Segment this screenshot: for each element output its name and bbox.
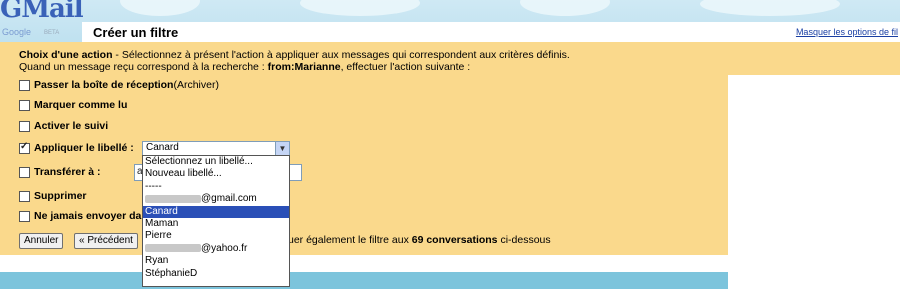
dropdown-item[interactable]: Pierre (143, 230, 289, 242)
side-blank-area (728, 75, 900, 289)
star-checkbox[interactable] (19, 120, 30, 132)
option-delete[interactable]: Supprimer (19, 190, 87, 202)
redacted-text (145, 244, 201, 253)
label-select[interactable]: Canard ▼ (142, 141, 290, 156)
star-label: Activer le suivi (34, 120, 109, 132)
intro-heading: Choix d'une action (19, 49, 113, 61)
title-bar: Créer un filtre Masquer les options de f… (82, 22, 900, 42)
apply-also-text: uer également le filtre aux 69 conversat… (288, 234, 551, 246)
summary-end: , effectuer l'action suivante : (340, 61, 471, 73)
search-query: from:Marianne (267, 61, 341, 73)
apply-label-checkbox[interactable] (19, 141, 30, 154)
label-select-value: Canard (146, 142, 179, 153)
search-summary-line: Quand un message reçu correspond à la re… (19, 61, 470, 73)
label-dropdown-list[interactable]: Sélectionnez un libellé... Nouveau libel… (142, 155, 290, 287)
archive-extra: (Archiver) (173, 79, 219, 91)
footer-strip (0, 272, 728, 289)
cancel-button[interactable]: Annuler (19, 233, 64, 249)
never-spam-label: Ne jamais envoyer da (34, 210, 142, 222)
cloud-decoration (700, 0, 840, 16)
archive-label: Passer la boîte de réception (34, 79, 174, 91)
option-archive[interactable]: Passer la boîte de réception (Archiver) (19, 79, 219, 91)
option-mark-read[interactable]: Marquer comme lu (19, 99, 127, 111)
page-title: Créer un filtre (93, 25, 179, 40)
conversation-count: 69 conversations (411, 234, 498, 246)
option-apply-label[interactable]: Appliquer le libellé : (19, 141, 134, 154)
dropdown-item-selected[interactable]: Canard (143, 205, 289, 218)
cloud-decoration (300, 0, 420, 16)
intro-text: - Sélectionnez à présent l'action à appl… (112, 49, 570, 61)
beta-tag: BETA (44, 30, 60, 36)
dropdown-item[interactable]: @gmail.com (143, 193, 289, 205)
cloud-decoration (120, 0, 200, 16)
dropdown-item[interactable]: Maman (143, 218, 289, 230)
dropdown-item-label: @gmail.com (201, 193, 257, 205)
redacted-text (145, 194, 201, 203)
never-spam-checkbox[interactable] (19, 210, 30, 222)
archive-checkbox[interactable] (19, 79, 30, 91)
chevron-down-icon[interactable]: ▼ (275, 142, 289, 155)
apply-also-end: ci-dessous (497, 234, 551, 246)
forward-label: Transférer à : (34, 166, 101, 178)
previous-button[interactable]: « Précédent (74, 233, 138, 249)
google-wordmark: Google (2, 27, 32, 37)
option-forward[interactable]: Transférer à : (19, 166, 101, 178)
mark-read-checkbox[interactable] (19, 99, 30, 111)
delete-checkbox[interactable] (19, 190, 30, 202)
summary-start: Quand un message reçu correspond à la re… (19, 61, 268, 73)
forward-checkbox[interactable] (19, 166, 30, 178)
gmail-logo[interactable]: GMail (0, 0, 84, 24)
apply-label-label: Appliquer le libellé : (34, 142, 134, 154)
cloud-decoration (520, 0, 610, 16)
option-never-spam[interactable]: Ne jamais envoyer da (19, 210, 141, 222)
intro-line: Choix d'une action - Sélectionnez à prés… (19, 49, 570, 61)
dropdown-item-label: @yahoo.fr (201, 242, 248, 254)
hide-filter-options-link[interactable]: Masquer les options de fil (796, 27, 898, 37)
delete-label: Supprimer (34, 190, 87, 202)
dropdown-item[interactable]: Ryan (143, 255, 289, 267)
mark-read-label: Marquer comme lu (34, 99, 128, 111)
dropdown-item[interactable]: @yahoo.fr (143, 243, 289, 255)
dropdown-item[interactable]: StéphanieD (143, 268, 289, 280)
dropdown-separator: ----- (145, 180, 162, 192)
apply-also-start: uer également le filtre aux (288, 234, 412, 246)
dropdown-item[interactable]: Sélectionnez un libellé... (143, 156, 289, 168)
option-star[interactable]: Activer le suivi (19, 120, 108, 132)
dropdown-item[interactable]: Nouveau libellé... (143, 168, 289, 180)
